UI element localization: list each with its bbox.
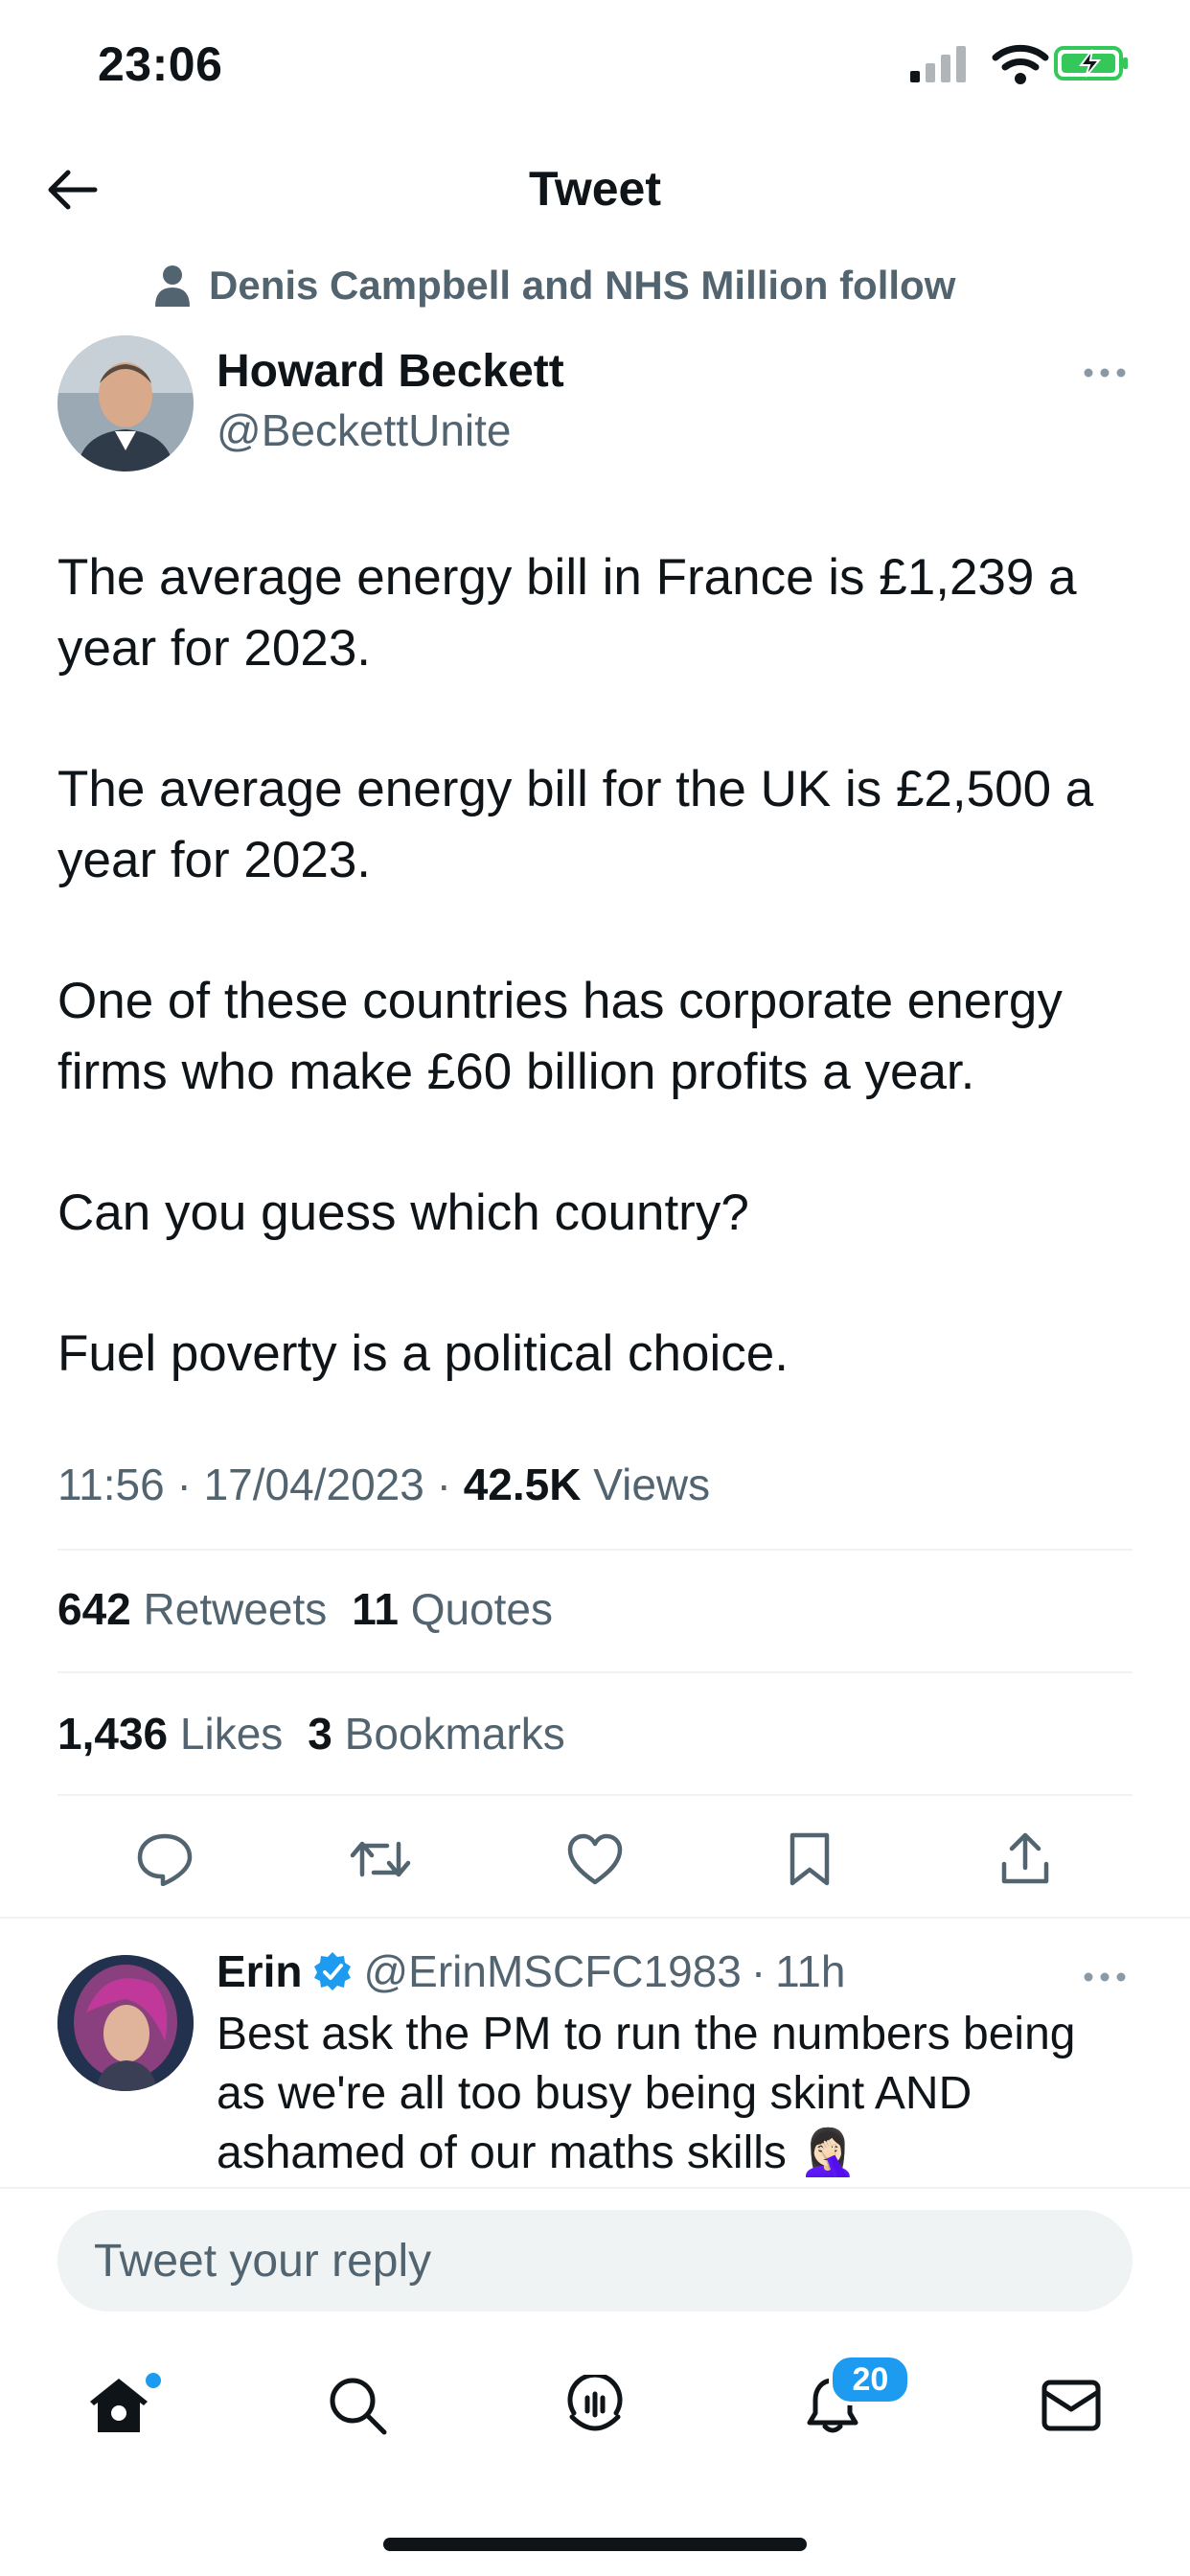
wifi-icon [992,44,1049,84]
divider [57,1794,1133,1796]
bookmark-button[interactable] [776,1826,843,1893]
messages-icon [1041,2380,1101,2431]
social-context-text: Denis Campbell and NHS Million follow [209,263,956,308]
tweet-date: 17/04/2023 [203,1460,424,1509]
retweet-button[interactable] [347,1826,414,1893]
reply-author-name[interactable]: Erin [217,1945,302,1997]
page-title: Tweet [529,162,661,216]
reply-button[interactable] [131,1826,198,1893]
person-icon [155,265,190,307]
share-icon [1001,1832,1048,1884]
divider [57,1549,1133,1551]
bookmarks-count: 3 [308,1709,332,1759]
tab-search[interactable] [309,2358,405,2453]
bookmarks-stat[interactable]: 3 Bookmarks [308,1708,564,1760]
reply-avatar[interactable] [57,1955,194,2091]
reply-input-placeholder: Tweet your reply [94,2235,432,2287]
likes-label: Likes [179,1709,284,1759]
social-context[interactable]: Denis Campbell and NHS Million follow [153,259,955,312]
status-time: 23:06 [98,37,223,91]
reply-input[interactable]: Tweet your reply [57,2210,1133,2312]
tweet-actions [57,1821,1133,1898]
retweets-label: Retweets [143,1584,328,1634]
battery-charging-icon [1054,46,1128,80]
reply-text: Best ask the PM to run the numbers being… [217,2009,1076,2178]
back-button[interactable] [38,161,105,218]
tab-home[interactable] [71,2358,167,2453]
more-dots-icon [1084,1972,1126,1982]
engagement-row-2: 1,436 Likes 3 Bookmarks [57,1708,565,1760]
author-name[interactable]: Howard Beckett [217,345,564,398]
likes-stat[interactable]: 1,436 Likes [57,1708,283,1760]
retweets-count: 642 [57,1584,131,1634]
reply-author-handle[interactable]: @ErinMSCFC1983 [363,1945,741,1997]
views-label: Views [593,1460,711,1509]
reply-avatar-photo [57,1955,194,2091]
reply-age: 11h [775,1946,846,1996]
tab-notifications[interactable]: 20 [785,2354,912,2453]
tweet-paragraph: Fuel poverty is a political choice. [57,1325,789,1382]
home-icon [90,2379,149,2432]
tab-messages[interactable] [1023,2358,1119,2453]
verified-badge-icon [314,1952,352,1990]
back-arrow-icon [48,170,98,210]
retweet-icon [350,1841,410,1877]
reply-icon [137,1833,193,1886]
spaces-icon [567,2375,623,2431]
tweet-paragraph: The average energy bill in France is £1,… [57,549,1077,677]
author-photo [57,335,194,472]
home-unread-dot [146,2373,162,2388]
tweet-paragraph: Can you guess which country? [57,1184,749,1241]
bookmarks-label: Bookmarks [344,1709,565,1759]
author-avatar[interactable] [57,335,194,472]
quotes-stat[interactable]: 11 Quotes [352,1583,553,1635]
tweet-paragraph: One of these countries has corporate ene… [57,973,1063,1100]
share-button[interactable] [992,1826,1059,1893]
reply-more-options-button[interactable] [1081,1961,1129,1993]
more-options-button[interactable] [1081,356,1129,389]
tweet-time: 11:56 [57,1460,165,1509]
notifications-badge: 20 [829,2354,912,2405]
cellular-signal-icon [910,46,966,82]
bookmark-icon [790,1832,830,1886]
tweet-text: The average energy bill in France is £1,… [57,542,1131,1460]
divider [0,1917,1190,1919]
more-dots-icon [1084,368,1126,378]
divider [0,2187,1190,2189]
tab-spaces[interactable] [547,2358,643,2453]
tab-bar: 20 [0,2348,1190,2463]
like-icon [567,1833,623,1885]
views-count: 42.5K [463,1460,582,1509]
like-button[interactable] [561,1826,629,1893]
divider [57,1671,1133,1673]
author-handle[interactable]: @BeckettUnite [217,404,512,456]
home-indicator[interactable] [383,2538,807,2551]
likes-count: 1,436 [57,1709,169,1759]
search-icon [330,2378,387,2435]
engagement-row-1: 642 Retweets 11 Quotes [57,1583,553,1635]
retweets-stat[interactable]: 642 Retweets [57,1583,327,1635]
quotes-label: Quotes [410,1584,554,1634]
quotes-count: 11 [352,1584,399,1634]
tweet-paragraph: The average energy bill for the UK is £2… [57,761,1094,888]
tweet-meta: 11:56 · 17/04/2023 · 42.5K Views [57,1460,711,1509]
reply-header: Erin @ErinMSCFC1983 · 11h [217,1945,846,1997]
